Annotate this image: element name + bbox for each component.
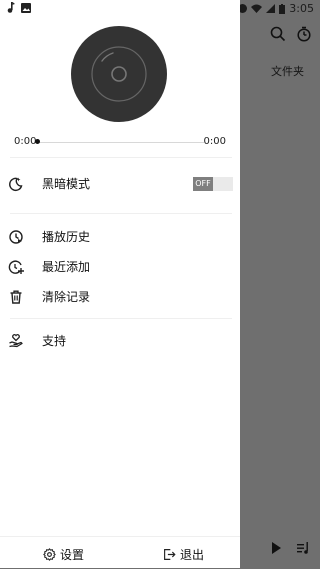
- signal-icon: [266, 4, 276, 13]
- trash-icon: [10, 290, 22, 304]
- logout-icon: [164, 549, 176, 560]
- divider: [10, 157, 232, 158]
- dark-mode-icon: [9, 177, 23, 192]
- settings-button[interactable]: 设置: [43, 546, 84, 563]
- status-bar-right: 3:05: [238, 2, 314, 15]
- seek-thumb[interactable]: [35, 139, 40, 144]
- album-disc[interactable]: [70, 25, 168, 123]
- wifi-icon: [251, 4, 263, 13]
- menu-item-recently-added[interactable]: 最近添加: [0, 253, 240, 281]
- menu-item-play-history[interactable]: 播放历史: [0, 223, 240, 251]
- menu-item-clear-records[interactable]: 清除记录: [0, 283, 240, 311]
- seek-bar[interactable]: [36, 142, 204, 143]
- background-app: 3:05 文件夹: [238, 0, 320, 568]
- battery-icon: [279, 3, 286, 14]
- progress-area: 0:00 0:00: [14, 136, 226, 148]
- image-notification-icon: [21, 2, 31, 13]
- elapsed-time: 0:00: [14, 136, 37, 147]
- toggle-state-label: OFF: [193, 177, 213, 191]
- status-time: 3:05: [289, 2, 314, 15]
- drawer-bottom-bar: 设置 退出: [0, 536, 240, 569]
- gear-icon: [43, 548, 56, 561]
- recent-add-icon: [8, 260, 24, 274]
- play-icon[interactable]: [271, 542, 281, 554]
- history-icon: [9, 230, 23, 244]
- navigation-drawer: 0:00 0:00 黑暗模式 OFF 播放历史 最近添加 清除记录 支持 设置 …: [0, 0, 240, 568]
- exit-label: 退出: [180, 548, 205, 562]
- search-icon[interactable]: [270, 26, 286, 42]
- status-bar-left: [6, 2, 31, 13]
- dark-mode-toggle[interactable]: OFF: [193, 177, 233, 191]
- menu-item-label: 最近添加: [42, 260, 91, 274]
- folder-tab[interactable]: 文件夹: [271, 63, 304, 79]
- menu-item-label: 清除记录: [42, 290, 91, 304]
- dark-mode-label: 黑暗模式: [42, 177, 91, 191]
- divider: [10, 213, 232, 214]
- divider: [10, 318, 232, 319]
- menu-item-label: 播放历史: [42, 230, 91, 244]
- timer-icon[interactable]: [296, 26, 312, 42]
- support-hand-heart-icon: [9, 334, 23, 348]
- menu-item-support[interactable]: 支持: [0, 327, 240, 355]
- menu-item-label: 支持: [42, 334, 67, 348]
- exit-button[interactable]: 退出: [163, 546, 204, 563]
- total-time: 0:00: [203, 136, 226, 147]
- playlist-icon[interactable]: [297, 542, 310, 554]
- settings-label: 设置: [60, 548, 85, 562]
- music-note-icon: [7, 2, 15, 13]
